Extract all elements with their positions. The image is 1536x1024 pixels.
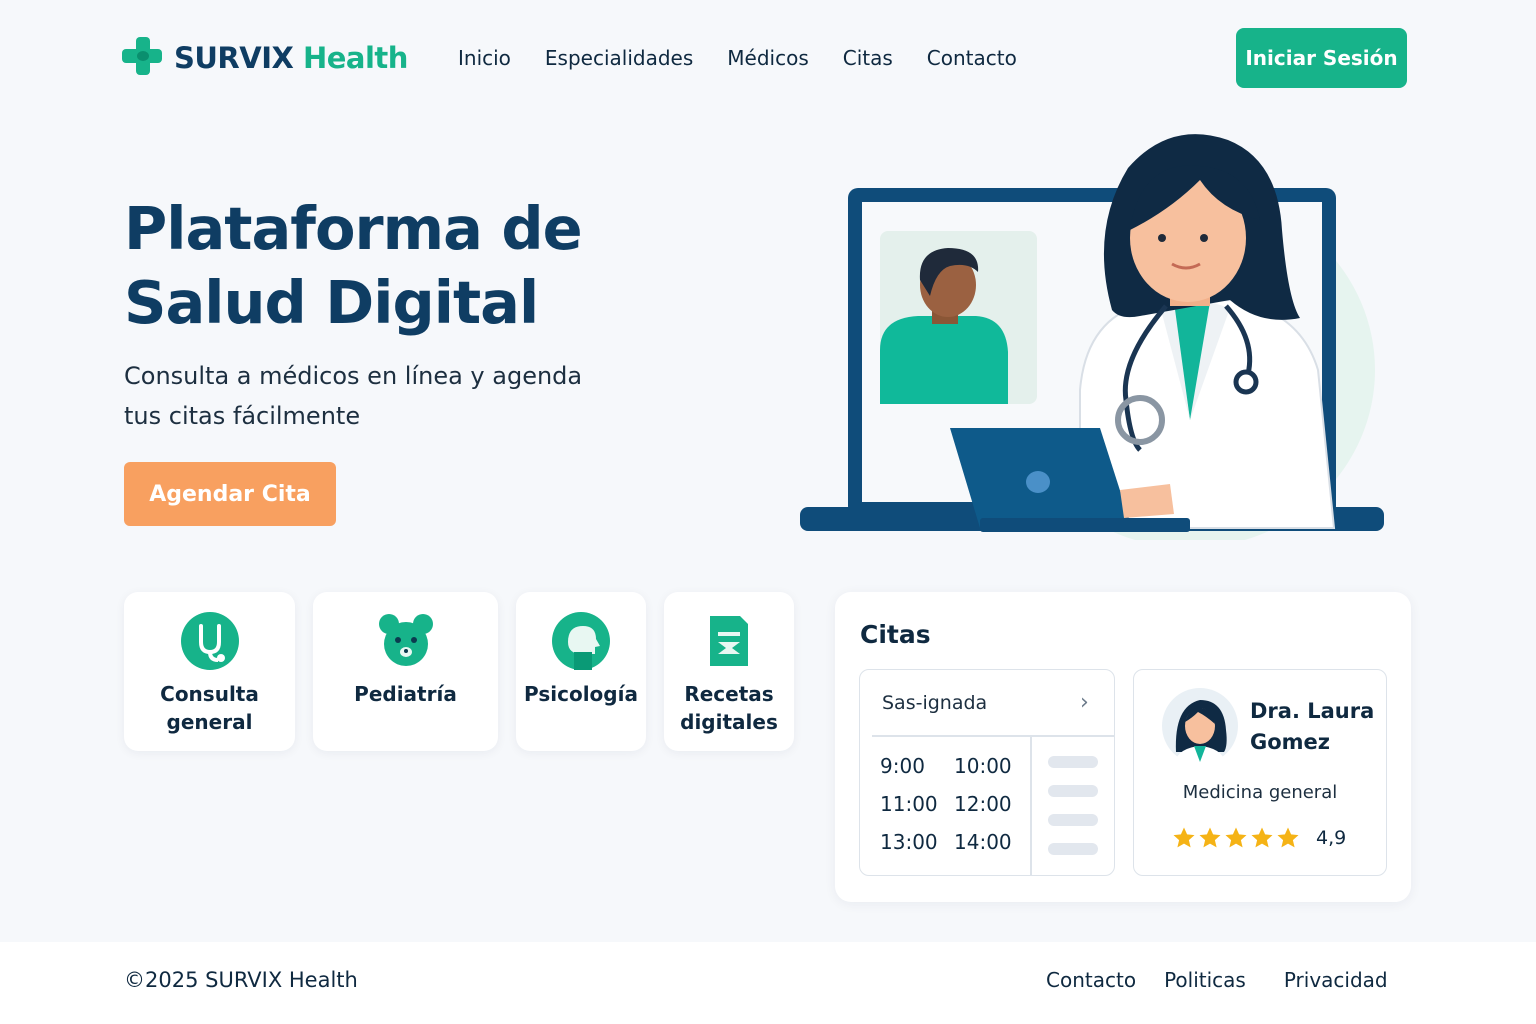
doctor-specialty: Medicina general [1182, 782, 1338, 803]
hero-subtitle: Consulta a médicos en línea y agenda tus… [124, 356, 594, 436]
service-card-psicologia[interactable]: Psicología [516, 592, 646, 751]
divider [1030, 735, 1032, 875]
medical-cross-icon [122, 37, 164, 79]
placeholder-bars [1048, 756, 1098, 855]
star-icon [1199, 827, 1221, 848]
nav-item-inicio[interactable]: Inicio [458, 46, 511, 70]
time-slot[interactable]: 13:00 [880, 830, 954, 854]
service-card-consulta[interactable]: Consulta general [124, 592, 295, 751]
schedule-card: Sas-ignada › 9:00 10:00 11:00 12:00 13:0… [859, 669, 1115, 876]
hero-title-line1: Plataforma de [124, 194, 583, 263]
schedule-header[interactable]: Sas-ignada [882, 692, 987, 714]
appointments-panel: Citas Sas-ignada › 9:00 10:00 11:00 12:0… [835, 592, 1411, 902]
time-slot[interactable]: 10:00 [954, 754, 1028, 778]
hero-title-line2: Salud Digital [124, 268, 539, 337]
nav-item-contacto[interactable]: Contacto [927, 46, 1017, 70]
brand-name: SURVIX Health [174, 41, 408, 75]
star-icon [1277, 827, 1299, 848]
doctor-avatar [1162, 688, 1238, 766]
footer-link-privacidad[interactable]: Privacidad [1284, 968, 1388, 992]
doctor-rating: 4,9 [1172, 826, 1346, 850]
divider [872, 735, 1114, 737]
nav-item-especialidades[interactable]: Especialidades [545, 46, 693, 70]
placeholder-bar [1048, 843, 1098, 855]
placeholder-bar [1048, 785, 1098, 797]
nav-item-citas[interactable]: Citas [843, 46, 893, 70]
star-icon [1251, 827, 1273, 848]
service-card-recetas[interactable]: Recetas digitales [664, 592, 794, 751]
copyright: ©2025 SURVIX Health [124, 968, 358, 992]
placeholder-bar [1048, 756, 1098, 768]
hero-subtitle-line1: Consulta a médicos en línea y agenda [124, 362, 583, 390]
doctor-telemedicine-illustration [800, 134, 1384, 540]
time-slot[interactable]: 12:00 [954, 792, 1028, 816]
time-slot[interactable]: 9:00 [880, 754, 954, 778]
book-appointment-button[interactable]: Agendar Cita [124, 462, 336, 526]
service-label-line1: Consulta [160, 682, 259, 706]
service-card-pediatria[interactable]: Pediatría [313, 592, 498, 751]
prescription-icon [700, 612, 758, 670]
teddy-bear-icon [377, 612, 435, 670]
rating-value: 4,9 [1316, 827, 1347, 849]
brand-name-part2: Health [302, 41, 408, 75]
doctor-name: Dra. Laura Gomez [1250, 696, 1380, 758]
doctor-name-line1: Dra. Laura [1250, 699, 1375, 723]
footer-links: Contacto Politicas Privacidad [1046, 968, 1388, 992]
login-button[interactable]: Iniciar Sesión [1236, 28, 1407, 88]
time-slot[interactable]: 14:00 [954, 830, 1028, 854]
brand-name-part1: SURVIX [174, 41, 294, 75]
time-slot[interactable]: 11:00 [880, 792, 954, 816]
footer: ©2025 SURVIX Health Contacto Politicas P… [0, 942, 1536, 1024]
hero-title: Plataforma de Salud Digital [124, 192, 644, 340]
footer-link-politicas[interactable]: Politicas [1164, 968, 1246, 992]
star-icon [1225, 827, 1247, 848]
star-icon [1173, 827, 1195, 848]
brand-logo[interactable]: SURVIX Health [122, 37, 408, 79]
doctor-card[interactable]: Dra. Laura Gomez Medicina general 4,9 [1133, 669, 1387, 876]
service-label-line2: general [166, 710, 253, 734]
chevron-right-icon[interactable]: › [1080, 690, 1089, 715]
service-label-line1: Recetas [684, 682, 774, 706]
service-label-line1: Psicología [524, 682, 638, 706]
stethoscope-icon [180, 612, 239, 670]
nav-item-medicos[interactable]: Médicos [727, 46, 808, 70]
time-slots: 9:00 10:00 11:00 12:00 13:00 14:00 [880, 754, 1028, 854]
placeholder-bar [1048, 814, 1098, 826]
head-icon [552, 612, 610, 670]
appointments-title: Citas [860, 620, 931, 649]
doctor-name-line2: Gomez [1250, 730, 1331, 754]
footer-link-contacto[interactable]: Contacto [1046, 968, 1136, 992]
main-nav: Inicio Especialidades Médicos Citas Cont… [458, 46, 1017, 70]
service-label-line2: digitales [680, 710, 778, 734]
service-label-line1: Pediatría [354, 682, 457, 706]
hero-subtitle-line2: tus citas fácilmente [124, 402, 361, 430]
